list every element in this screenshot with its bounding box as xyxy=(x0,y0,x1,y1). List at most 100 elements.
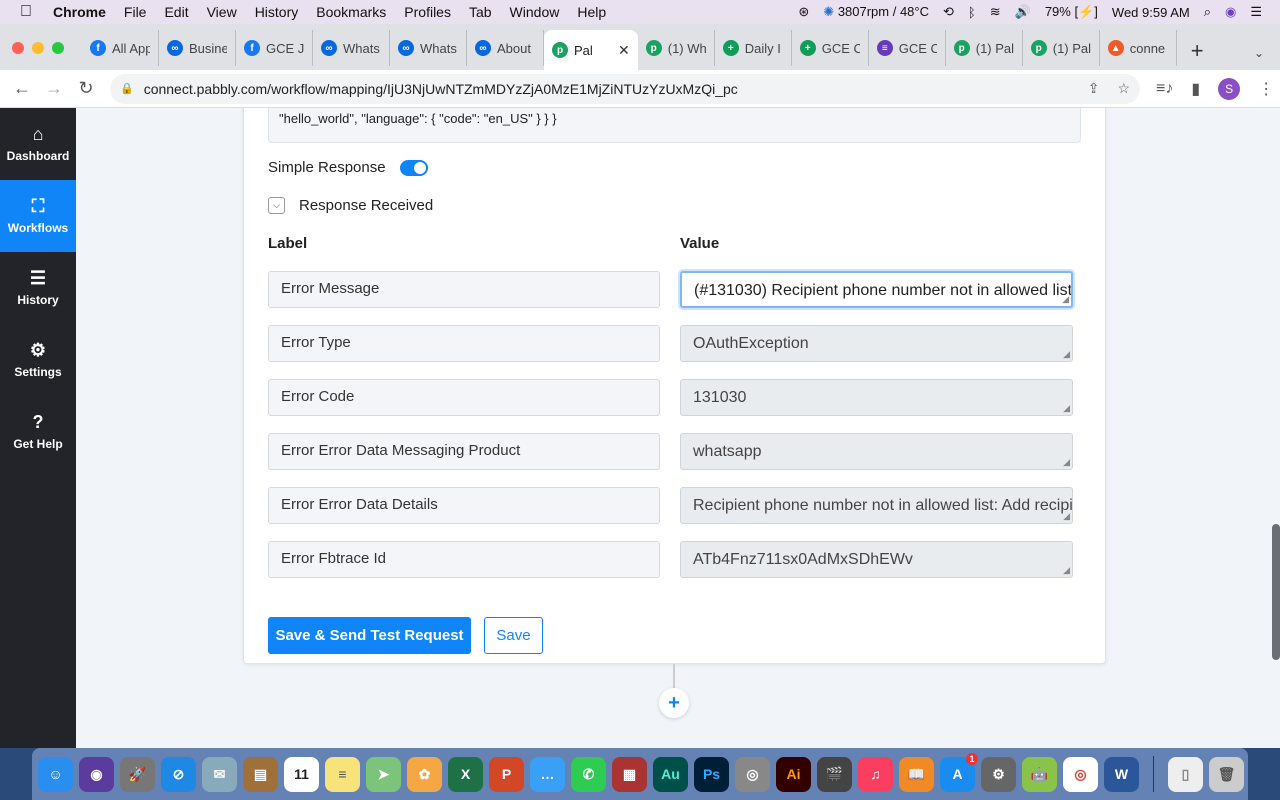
dock-excel-icon[interactable]: X xyxy=(448,756,483,792)
dock-mail-icon[interactable]: ✉ xyxy=(202,756,237,792)
media-control-icon[interactable]: ≡♪ xyxy=(1156,80,1173,98)
browser-tab[interactable]: f All App xyxy=(82,30,159,66)
dock-music-icon[interactable]: ♫ xyxy=(858,756,893,792)
dock-powerpoint-icon[interactable]: P xyxy=(489,756,524,792)
dock-finder-icon[interactable]: ☺ xyxy=(38,756,73,792)
response-received-label[interactable]: Response Received xyxy=(299,197,433,214)
tab-search-chevron-icon[interactable]: ⌄ xyxy=(1238,46,1280,60)
url-text[interactable]: connect.pabbly.com/workflow/mapping/IjU3… xyxy=(144,81,738,97)
field-label-box[interactable]: Error Error Data Messaging Product xyxy=(268,433,660,470)
browser-tab[interactable]: ▲ conne xyxy=(1100,30,1177,66)
dock-system-preferences-icon[interactable]: ⚙ xyxy=(981,756,1016,792)
field-label-box[interactable]: Error Message xyxy=(268,271,660,308)
browser-tab[interactable]: ≡ GCE C xyxy=(869,30,946,66)
browser-tab[interactable]: ∞ Whats xyxy=(390,30,467,66)
resize-handle-icon[interactable]: ◢ xyxy=(1063,403,1070,414)
field-value-textarea[interactable]: Recipient phone number not in allowed li… xyxy=(680,487,1073,524)
zoom-window-button[interactable] xyxy=(52,42,64,54)
menu-window[interactable]: Window xyxy=(501,4,569,20)
resize-handle-icon[interactable]: ◢ xyxy=(1063,511,1070,522)
resize-handle-icon[interactable]: ◢ xyxy=(1063,349,1070,360)
sidebar-item-workflows[interactable]: ⛶ Workflows xyxy=(0,180,76,252)
address-bar[interactable]: 🔒 connect.pabbly.com/workflow/mapping/Ij… xyxy=(110,73,1140,104)
browser-tab[interactable]: p (1) Wh xyxy=(638,30,715,66)
back-button[interactable]: ← xyxy=(6,78,38,99)
sidebar-item-settings[interactable]: ⚙ Settings xyxy=(0,324,76,396)
tab-active[interactable]: p Pal ✕ xyxy=(544,30,638,70)
field-value-textarea[interactable]: 131030 ◢ xyxy=(680,379,1073,416)
menu-bookmarks[interactable]: Bookmarks xyxy=(307,4,395,20)
dock-facetime-icon[interactable]: ✆ xyxy=(571,756,606,792)
menu-help[interactable]: Help xyxy=(568,4,615,20)
dock-messages-icon[interactable]: … xyxy=(530,756,565,792)
fan-status[interactable]: ✺ 3807rpm / 48°C xyxy=(823,4,929,20)
field-value-textarea[interactable]: ATb4Fnz711sx0AdMxSDhEWv ◢ xyxy=(680,541,1073,578)
battery-status[interactable]: 79% [⚡] xyxy=(1045,4,1098,20)
sidebar-item-history[interactable]: ☰ History xyxy=(0,252,76,324)
dock-audition-icon[interactable]: Au xyxy=(653,756,688,792)
menu-view[interactable]: View xyxy=(198,4,246,20)
dock-illustrator-icon[interactable]: Ai xyxy=(776,756,811,792)
menu-profiles[interactable]: Profiles xyxy=(395,4,460,20)
request-body-field[interactable]: { "messaging_product": "whatsapp", "to":… xyxy=(268,108,1081,143)
close-tab-icon[interactable]: ✕ xyxy=(618,42,630,59)
browser-tab[interactable]: + Daily I xyxy=(715,30,792,66)
dock-trash-icon[interactable]: 🗑 xyxy=(1209,756,1244,792)
dock-photoshop-icon[interactable]: Ps xyxy=(694,756,729,792)
dock-maps-icon[interactable]: ➤ xyxy=(366,756,401,792)
dock-launchpad-icon[interactable]: 🚀 xyxy=(120,756,155,792)
creative-cloud-icon[interactable]: ⊛ xyxy=(798,4,809,20)
save-send-test-request-button[interactable]: Save & Send Test Request xyxy=(268,617,471,654)
field-label-box[interactable]: Error Type xyxy=(268,325,660,362)
browser-tab[interactable]: + GCE C xyxy=(792,30,869,66)
dock-calendar-icon[interactable]: 11 xyxy=(284,756,319,792)
resize-handle-icon[interactable]: ◢ xyxy=(1062,294,1069,305)
bluetooth-icon[interactable]: ᛒ xyxy=(968,5,976,20)
minimize-window-button[interactable] xyxy=(32,42,44,54)
browser-tab[interactable]: ∞ Whats xyxy=(313,30,390,66)
menu-tab[interactable]: Tab xyxy=(460,4,501,20)
clock[interactable]: Wed 9:59 AM xyxy=(1112,5,1190,20)
apple-menu-icon[interactable]:  xyxy=(0,3,44,21)
field-value-textarea[interactable]: (#131030) Recipient phone number not in … xyxy=(680,271,1073,308)
spotlight-search-icon[interactable]: ⌕ xyxy=(1204,4,1211,20)
field-label-box[interactable]: Error Fbtrace Id xyxy=(268,541,660,578)
page-scrollbar[interactable] xyxy=(1272,524,1280,660)
side-panel-icon[interactable]: ▮ xyxy=(1191,79,1200,99)
resize-handle-icon[interactable]: ◢ xyxy=(1063,565,1070,576)
forward-button[interactable]: → xyxy=(38,78,70,99)
field-label-box[interactable]: Error Error Data Details xyxy=(268,487,660,524)
dock-notes-icon[interactable]: ≡ xyxy=(325,756,360,792)
more-menu-icon[interactable]: ⋮ xyxy=(1258,79,1274,99)
dock-screenshot-icon[interactable]: ◎ xyxy=(735,756,770,792)
close-window-button[interactable] xyxy=(12,42,24,54)
simple-response-toggle[interactable] xyxy=(399,159,428,176)
browser-tab[interactable]: ∞ About xyxy=(467,30,544,66)
volume-icon[interactable]: 🔊 xyxy=(1015,4,1031,20)
browser-tab[interactable]: p (1) Pal xyxy=(1023,30,1100,66)
browser-tab[interactable]: ∞ Busine xyxy=(159,30,236,66)
browser-tab[interactable]: f GCE J xyxy=(236,30,313,66)
dock-document-icon[interactable]: ▯ xyxy=(1168,756,1203,792)
dock-chrome-icon[interactable]: ◎ xyxy=(1063,756,1098,792)
dock-contacts-icon[interactable]: ▤ xyxy=(243,756,278,792)
reload-button[interactable]: ↻ xyxy=(70,78,102,99)
dock-photos-icon[interactable]: ✿ xyxy=(407,756,442,792)
sidebar-item-get-help[interactable]: ? Get Help xyxy=(0,396,76,468)
siri-icon[interactable]: ◉ xyxy=(1225,4,1236,20)
dock-photo-booth-icon[interactable]: ▦ xyxy=(612,756,647,792)
menu-edit[interactable]: Edit xyxy=(155,4,197,20)
dock-android-file-transfer-icon[interactable]: 🤖 xyxy=(1022,756,1057,792)
dock-final-cut-icon[interactable]: 🎬 xyxy=(817,756,852,792)
lock-icon[interactable]: 🔒 xyxy=(120,82,134,95)
field-value-textarea[interactable]: whatsapp ◢ xyxy=(680,433,1073,470)
wifi-icon[interactable]: ≋ xyxy=(990,4,1001,20)
menu-app-name[interactable]: Chrome xyxy=(44,4,115,20)
save-button[interactable]: Save xyxy=(484,617,543,654)
dock-word-icon[interactable]: W xyxy=(1104,756,1139,792)
field-value-textarea[interactable]: OAuthException ◢ xyxy=(680,325,1073,362)
sidebar-item-dashboard[interactable]: ⌂ Dashboard xyxy=(0,108,76,180)
field-label-box[interactable]: Error Code xyxy=(268,379,660,416)
dock-safari-icon[interactable]: ⊘ xyxy=(161,756,196,792)
add-step-plus-icon[interactable]: + xyxy=(659,688,689,718)
